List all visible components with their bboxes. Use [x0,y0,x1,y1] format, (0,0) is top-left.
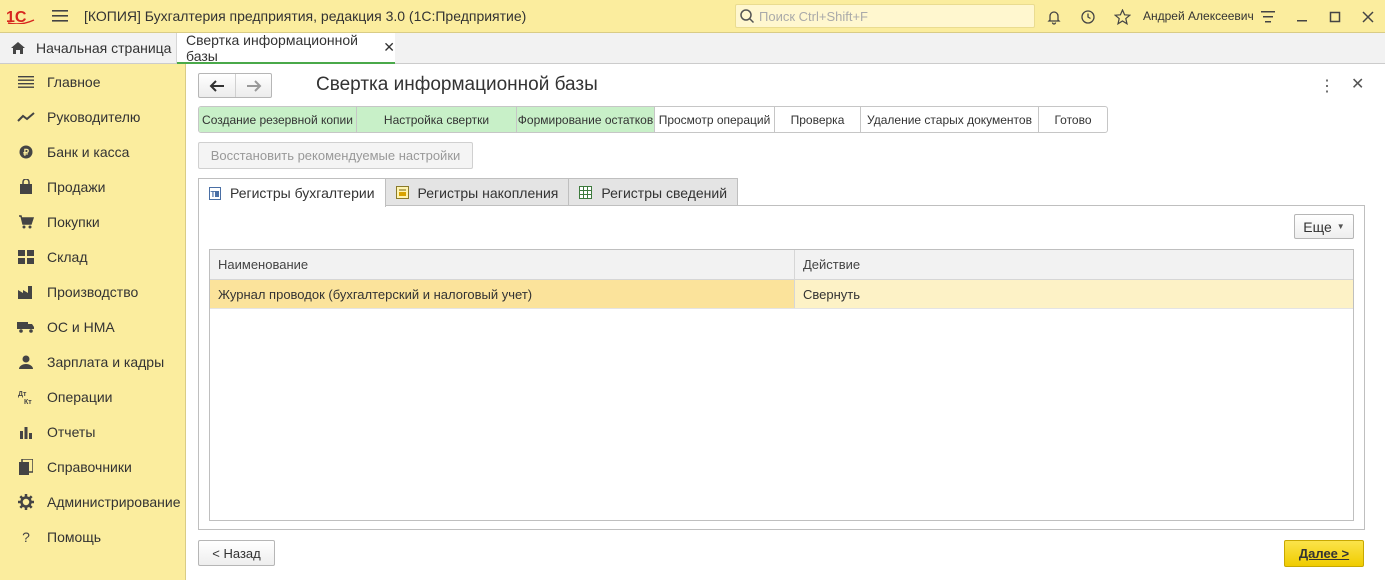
cart-icon [17,213,35,231]
menu-lines-icon [17,73,35,91]
step-backup: Создание резервной копии [199,107,357,132]
search-box[interactable] [735,4,1035,28]
svg-text:Т: Т [211,190,216,199]
search-input[interactable] [759,8,1019,24]
search-icon [740,9,755,24]
next-button[interactable]: Далее > [1284,540,1364,567]
title-bar: 1С [КОПИЯ] Бухгалтерия предприятия, реда… [0,0,1385,33]
truck-icon [17,318,35,336]
table-header: Наименование Действие [210,250,1353,280]
step-done: Готово [1054,112,1092,127]
restore-defaults-button[interactable]: Восстановить рекомендуемые настройки [198,142,473,169]
svg-text:1С: 1С [6,9,27,24]
svg-text:Дт: Дт [18,391,27,398]
trend-icon [17,108,35,126]
registers-table: Наименование Действие Журнал проводок (б… [209,249,1354,521]
tab-home[interactable]: Начальная страница [0,33,177,63]
back-button[interactable]: < Назад [198,540,275,566]
ruble-coin-icon: ₽ [17,143,35,161]
sidebar-item-sales[interactable]: Продажи [0,169,185,204]
wizard-steps: Создание резервной копии Настройка сверт… [198,106,1108,133]
page-title: Свертка информационной базы [316,74,598,95]
tab-accounting-registers[interactable]: Т Регистры бухгалтерии [198,178,386,207]
bag-icon [17,178,35,196]
person-icon [17,353,35,371]
close-tab-icon[interactable]: ✕ [383,39,395,56]
sidebar-item-purchases[interactable]: Покупки [0,204,185,239]
app-title: [КОПИЯ] Бухгалтерия предприятия, редакци… [84,8,527,24]
cell-register-name[interactable]: Журнал проводок (бухгалтерский и налогов… [210,280,795,308]
column-header-name[interactable]: Наименование [210,250,795,279]
question-icon: ? [22,528,30,545]
sidebar-item-main[interactable]: Главное [0,64,185,99]
close-form-icon[interactable]: ✕ [1351,74,1364,94]
step-delete-old: Удаление старых документов [861,107,1039,132]
sidebar-item-help[interactable]: ? Помощь [0,519,185,554]
register-panel: Еще ▼ Наименование Действие Журнал провод… [198,205,1365,530]
warehouse-icon [17,248,35,266]
factory-icon [17,283,35,301]
more-actions-icon[interactable]: ⋮ [1319,76,1335,96]
close-window-icon[interactable] [1351,0,1385,33]
forward-arrow-icon[interactable] [235,74,271,97]
sections-sidebar: Главное Руководителю ₽ Банк и касса Прода… [0,64,186,580]
user-name[interactable]: Андрей Алексеевич [1143,9,1254,23]
sidebar-item-salary[interactable]: Зарплата и кадры [0,344,185,379]
form-area: Свертка информационной базы ⋮ ✕ Создание… [186,64,1385,580]
books-icon [17,458,35,476]
sidebar-item-production[interactable]: Производство [0,274,185,309]
more-button[interactable]: Еще ▼ [1294,214,1354,239]
maximize-icon[interactable] [1318,0,1352,33]
table-row[interactable]: Журнал проводок (бухгалтерский и налогов… [210,280,1353,309]
cell-action[interactable]: Свернуть [795,280,1353,308]
sidebar-item-warehouse[interactable]: Склад [0,239,185,274]
sidebar-item-bank[interactable]: ₽ Банк и касса [0,134,185,169]
back-arrow-icon[interactable] [199,74,235,97]
sidebar-item-assets[interactable]: ОС и НМА [0,309,185,344]
chevron-down-icon: ▼ [1336,222,1345,231]
history-nav [198,73,272,98]
bell-icon[interactable] [1037,0,1071,33]
tab-current-document[interactable]: Свертка информационной базы ✕ [177,31,395,64]
tab-information-registers[interactable]: Регистры сведений [568,178,739,206]
tab-current-label: Свертка информационной базы [186,31,358,64]
minimize-icon[interactable] [1285,0,1319,33]
column-header-action[interactable]: Действие [795,250,1353,279]
step-settings: Настройка свертки [357,107,517,132]
step-check: Проверка [775,107,861,132]
sidebar-item-administration[interactable]: Администрирование [0,484,185,519]
gear-icon [17,493,35,511]
history-icon[interactable] [1071,0,1105,33]
accumulation-register-icon [395,186,409,199]
sidebar-item-manager[interactable]: Руководителю [0,99,185,134]
sidebar-item-operations[interactable]: Дт Кт Операции [0,379,185,414]
information-register-icon [579,186,593,199]
bar-chart-icon [17,423,35,441]
main-menu-icon[interactable] [42,0,78,33]
tab-accumulation-registers[interactable]: Регистры накопления [384,178,570,206]
dt-kt-icon: Дт Кт [17,388,35,406]
accounting-register-icon: Т [209,186,221,200]
step-view-operations: Просмотр операций [655,107,775,132]
open-tabs-bar: Начальная страница Свертка информационно… [0,31,1385,64]
step-balances: Формирование остатков [517,107,655,132]
1c-logo-icon[interactable]: 1С [0,0,42,33]
favorites-star-icon[interactable] [1105,0,1139,33]
svg-text:Кт: Кт [24,399,32,405]
sidebar-item-reports[interactable]: Отчеты [0,414,185,449]
settings-sliders-icon[interactable] [1251,0,1285,33]
register-tabs: Т Регистры бухгалтерии Регистры накоплен… [198,178,739,207]
tab-home-label: Начальная страница [36,40,172,56]
sidebar-item-directories[interactable]: Справочники [0,449,185,484]
svg-text:₽: ₽ [23,147,29,157]
home-icon [11,42,25,54]
